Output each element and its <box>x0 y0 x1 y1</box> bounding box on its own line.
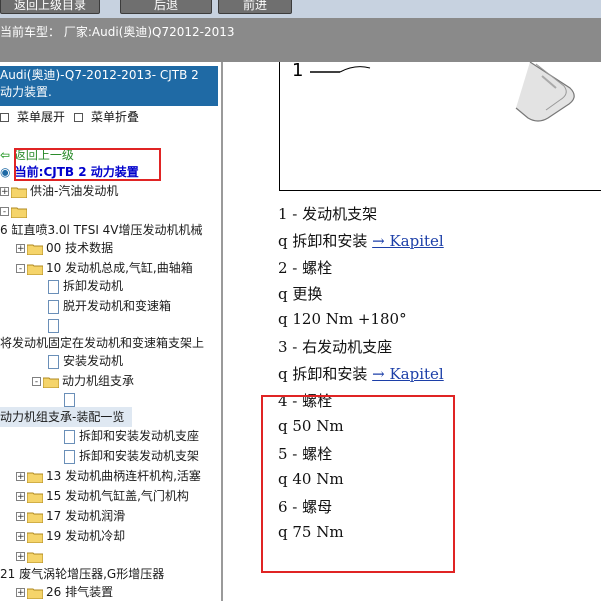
tree-item[interactable]: +00 技术数据 <box>16 238 113 258</box>
tree-item[interactable]: 6 缸直喷3.0l TFSI 4V增压发动机机械 <box>0 220 203 240</box>
document-icon <box>64 449 75 464</box>
sidebar-header: Audi(奥迪)-Q7-2012-2013- CJTB 2 动力装置. <box>0 66 218 106</box>
engine-mount-drawing: 1 <box>292 62 575 122</box>
tree-item[interactable]: 脱开发动机和变速箱 <box>48 296 171 316</box>
expand-icon[interactable]: + <box>16 512 25 522</box>
expand-icon[interactable]: + <box>16 552 25 562</box>
expand-icon[interactable]: + <box>16 492 25 502</box>
parent-directory-button[interactable]: 返回上级目录 <box>0 0 100 14</box>
document-icon <box>48 299 59 314</box>
highlight-box-torques <box>261 395 455 573</box>
expand-icon[interactable]: + <box>0 187 9 197</box>
vehicle-info-bar: 当前车型： 厂家:Audi(奥迪)Q72012-2013 <box>0 18 601 62</box>
tree-item[interactable]: 21 废气涡轮增压器,G形增压器 <box>0 564 164 584</box>
legend-item-1: 1 - 发动机支架 <box>278 205 378 223</box>
collapse-icon[interactable]: - <box>0 207 9 217</box>
exploded-view-figure: 1 <box>279 62 601 191</box>
document-icon <box>64 392 75 407</box>
sidebar-title-line2: 动力装置. <box>0 85 52 99</box>
tree-item[interactable] <box>64 389 79 409</box>
tree-item[interactable]: +15 发动机气缸盖,气门机构 <box>16 486 189 506</box>
square-icon <box>0 113 9 122</box>
document-icon <box>64 429 75 444</box>
tree-item[interactable]: + <box>16 546 46 566</box>
tree-item[interactable]: +17 发动机润滑 <box>16 506 125 526</box>
square-icon <box>74 113 83 122</box>
menu-collapse-button[interactable]: 菜单折叠 <box>74 108 139 125</box>
tree-item[interactable]: 拆卸发动机 <box>48 276 123 296</box>
tree-item[interactable]: +19 发动机冷却 <box>16 526 125 546</box>
tree-item[interactable]: +26 排气装置 <box>16 582 113 601</box>
legend-item-3: 3 - 右发动机支座 <box>278 338 393 356</box>
folder-icon <box>27 512 43 523</box>
collapse-icon[interactable]: - <box>32 377 41 387</box>
tree-item-selected[interactable]: 动力机组支承-装配一览 <box>0 407 132 427</box>
folder-icon <box>11 187 27 198</box>
back-button[interactable]: 后退 <box>120 0 212 14</box>
legend-item-2-torque: q 120 Nm +180° <box>278 310 407 328</box>
forward-button[interactable]: 前进 <box>218 0 292 14</box>
folder-icon <box>27 492 43 503</box>
tree-item[interactable]: - 动力机组支承 <box>32 371 134 391</box>
highlight-box-current <box>14 148 161 181</box>
green-arrow-icon: ⇦ <box>0 148 11 162</box>
folder-icon <box>27 552 43 563</box>
tree-item[interactable] <box>48 315 63 335</box>
toolbar: 返回上级目录 后退 前进 <box>0 0 601 18</box>
tree-item[interactable]: 安装发动机 <box>48 351 123 371</box>
expand-icon[interactable]: + <box>16 532 25 542</box>
expand-icon[interactable]: + <box>16 244 25 254</box>
folder-icon <box>11 207 27 218</box>
document-icon <box>48 279 59 294</box>
tree-item[interactable]: +13 发动机曲柄连杆机构,活塞 <box>16 466 201 486</box>
kapitel-link[interactable]: → Kapitel <box>372 365 444 383</box>
folder-icon <box>27 532 43 543</box>
legend-item-2-note: q 更换 <box>278 285 323 303</box>
document-icon <box>48 354 59 369</box>
expand-icon[interactable]: + <box>16 472 25 482</box>
tree-item[interactable]: - <box>0 201 30 221</box>
folder-icon <box>27 244 43 255</box>
kapitel-link[interactable]: → Kapitel <box>372 232 444 250</box>
collapse-icon[interactable]: - <box>16 264 25 274</box>
navigation-sidebar: Audi(奥迪)-Q7-2012-2013- CJTB 2 动力装置. 菜单展开… <box>0 62 221 601</box>
tree-item[interactable]: -10 发动机总成,气缸,曲轴箱 <box>16 258 193 278</box>
folder-icon <box>27 264 43 275</box>
document-icon <box>48 318 59 333</box>
callout-number: 1 <box>292 62 303 81</box>
legend-item-1-instruction: q 拆卸和安装 → Kapitel <box>278 232 444 250</box>
sidebar-title-line1: Audi(奥迪)-Q7-2012-2013- CJTB 2 <box>0 68 199 82</box>
tree-item[interactable]: 拆卸和安装发动机支座 <box>64 426 199 446</box>
folder-icon <box>27 472 43 483</box>
folder-icon <box>27 588 43 599</box>
legend-item-2: 2 - 螺栓 <box>278 259 333 277</box>
legend-item-3-instruction: q 拆卸和安装 → Kapitel <box>278 365 444 383</box>
tree-item[interactable]: 拆卸和安装发动机支架 <box>64 446 199 466</box>
tree-item[interactable]: + 供油-汽油发动机 <box>0 181 118 201</box>
folder-icon <box>43 377 59 388</box>
vehicle-label: 当前车型： <box>0 25 61 39</box>
expand-icon[interactable]: + <box>16 588 25 598</box>
menu-expand-button[interactable]: 菜单展开 <box>0 108 65 125</box>
vehicle-info: 当前车型： 厂家:Audi(奥迪)Q72012-2013 <box>0 23 235 40</box>
globe-icon: ◉ <box>0 165 11 179</box>
vehicle-value: 厂家:Audi(奥迪)Q72012-2013 <box>63 25 235 39</box>
tree-item[interactable]: 将发动机固定在发动机和变速箱支架上 <box>0 333 204 353</box>
